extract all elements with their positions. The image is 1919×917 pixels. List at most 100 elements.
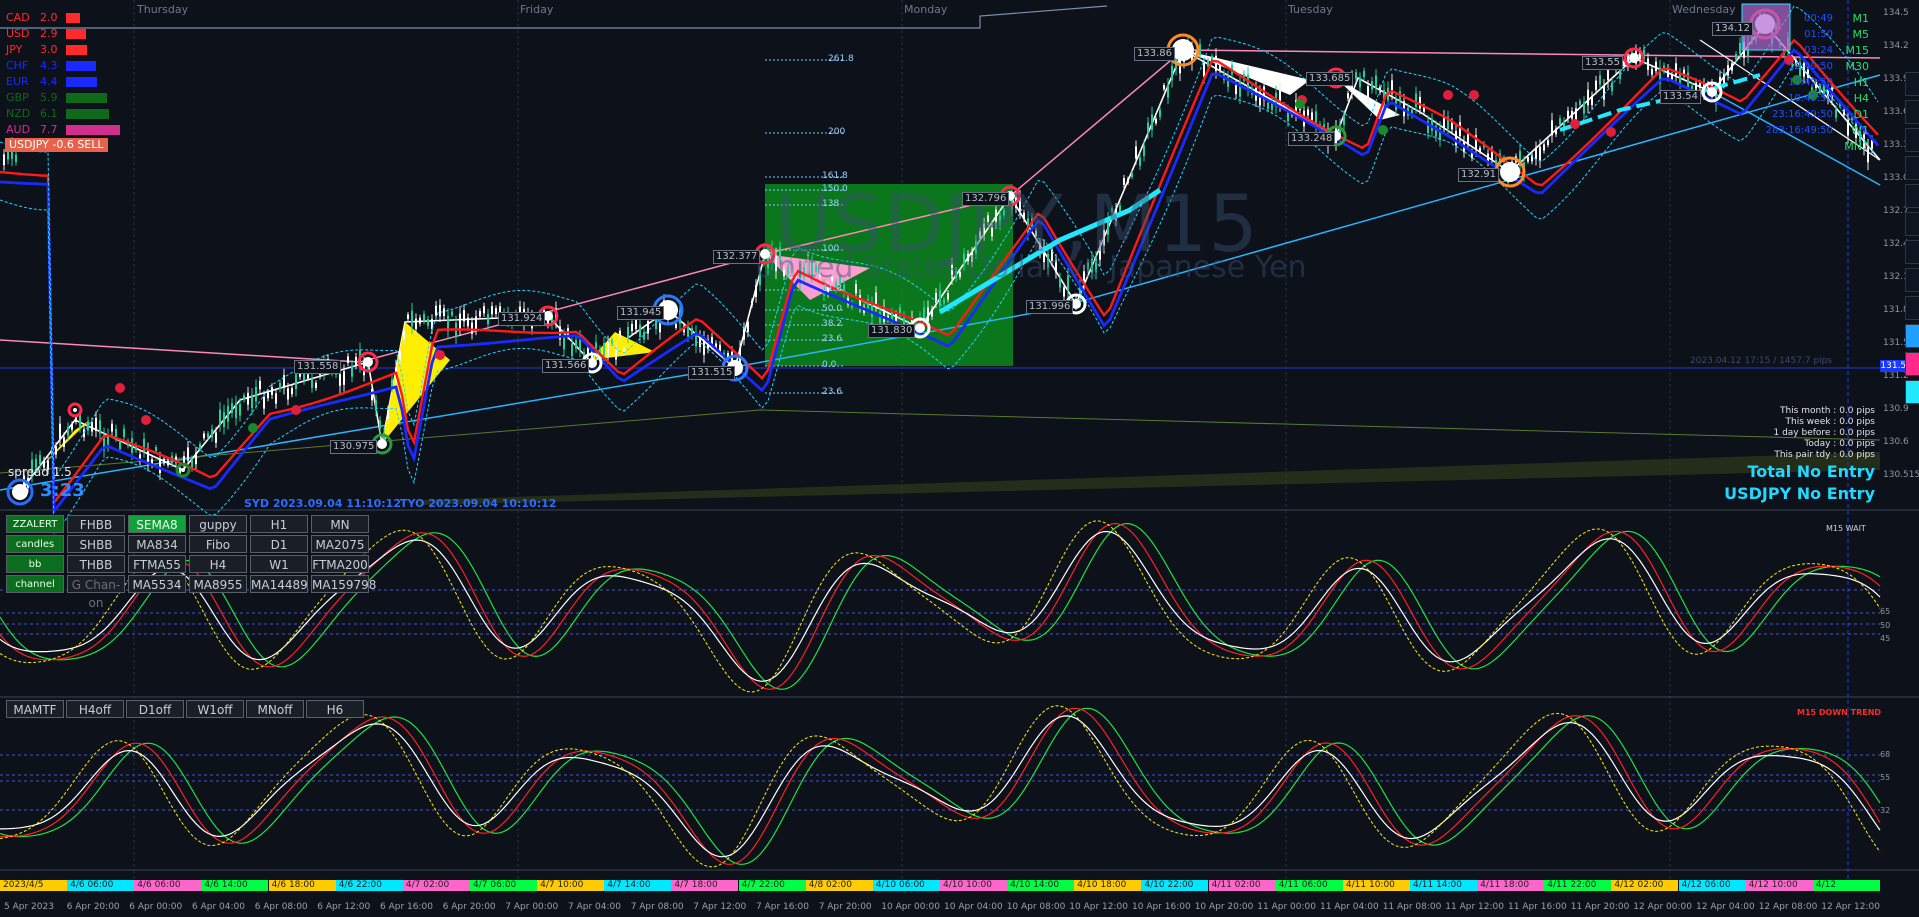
toggle-ma5534[interactable]: MA5534 [128, 575, 186, 593]
candle-body [1587, 89, 1589, 106]
osc2-level-label: 32 [1880, 806, 1891, 815]
toggle-sema8[interactable]: SEMA8 [128, 515, 186, 533]
camera-icon[interactable] [1905, 268, 1919, 292]
toggle-h4off[interactable]: H4off [66, 700, 124, 718]
strength-currency: JPY [6, 43, 23, 56]
candle-body [1675, 63, 1677, 76]
time-axis-tick: 4/8 02:00 [805, 880, 873, 891]
timeframe-d1[interactable]: D1 [1854, 108, 1869, 121]
toggle-mnoff[interactable]: MNoff [246, 700, 304, 718]
toggle-ma2075[interactable]: MA2075 [311, 535, 369, 553]
candle-body [427, 319, 429, 326]
eye-icon[interactable] [1905, 72, 1919, 96]
toggle-ftma200[interactable]: FTMA200 [311, 555, 369, 573]
toggle-w1off[interactable]: W1off [186, 700, 244, 718]
candle-body [575, 339, 577, 349]
magnet-icon[interactable] [1905, 240, 1919, 264]
time-axis-tick: 4/7 06:00 [470, 880, 538, 891]
strength-bar [66, 109, 109, 119]
strength-row-eur: EUR 4.4 [6, 75, 97, 88]
timeframe-m5[interactable]: M5 [1853, 28, 1870, 41]
time-axis-tick: 4/10 18:00 [1074, 880, 1142, 891]
candle-body [487, 314, 489, 325]
toggle-thbb[interactable]: THBB [67, 555, 125, 573]
toggle-d1[interactable]: D1 [250, 535, 308, 553]
candle-body [155, 447, 157, 452]
chart-canvas[interactable] [0, 0, 1919, 917]
toggle-fibo[interactable]: Fibo [189, 535, 247, 553]
timeframe-w1[interactable]: W1 [1851, 124, 1869, 137]
zoom-icon[interactable] [1905, 296, 1919, 320]
timeframe-h1[interactable]: H1 [1854, 76, 1869, 89]
color-cyan-icon[interactable] [1905, 380, 1919, 404]
toggle-d1off[interactable]: D1off [126, 700, 184, 718]
candle-body [295, 374, 297, 390]
crosshair-icon[interactable] [1905, 100, 1919, 124]
timeframe-mn1[interactable]: MN1 [1844, 140, 1869, 153]
color-blue-icon[interactable] [1905, 324, 1919, 348]
toggle-mn[interactable]: MN [311, 515, 369, 533]
toggle-candles[interactable]: candles [6, 535, 64, 553]
toggle-h6[interactable]: H6 [306, 700, 364, 718]
toggle-w1[interactable]: W1 [250, 555, 308, 573]
toggle-channel[interactable]: channel [6, 575, 64, 593]
candle-body [1847, 119, 1849, 136]
candle-body [1579, 100, 1581, 105]
toggle-ftma55[interactable]: FTMA55 [128, 555, 186, 573]
toggle-ma159798[interactable]: MA159798 [311, 575, 376, 593]
toggle-ma834[interactable]: MA834 [128, 535, 186, 553]
pencil-icon[interactable] [1905, 128, 1919, 152]
candle-body [1207, 60, 1209, 67]
candle-body [491, 306, 493, 315]
swing-marker-center [1707, 87, 1717, 97]
date-axis-label: 10 Apr 00:00 [881, 902, 940, 912]
candle-body [687, 326, 689, 337]
candle-body [1539, 146, 1541, 161]
toggle-mamtf[interactable]: MAMTF [6, 700, 64, 718]
timeframe-m30[interactable]: M30 [1846, 60, 1870, 73]
candle-body [87, 421, 89, 431]
toggle-ma14489[interactable]: MA14489 [250, 575, 308, 593]
color-pink-icon[interactable] [1905, 352, 1919, 376]
toggle-fhbb[interactable]: FHBB [67, 515, 125, 533]
candle-body [1651, 69, 1653, 75]
candle-body [1135, 146, 1137, 159]
timeframe-countdown: 23:16:49:50 [1771, 109, 1833, 120]
candle-body [1455, 130, 1457, 146]
candle-body [255, 386, 257, 402]
trash-icon[interactable] [1905, 212, 1919, 236]
date-axis-label: 11 Apr 12:00 [1445, 902, 1504, 912]
candle-body [1559, 118, 1561, 125]
toggle-ma8955[interactable]: MA8955 [189, 575, 247, 593]
time-axis-tick: 4/12 [1812, 880, 1880, 891]
candle-body [1571, 111, 1573, 119]
symbol-description-watermark: United States Dollar vs Japanese Yen [755, 250, 1307, 285]
tag-icon[interactable] [1905, 184, 1919, 208]
candle-body [1155, 118, 1157, 124]
timeframe-h4[interactable]: H4 [1854, 92, 1869, 105]
toggle-guppy[interactable]: guppy [189, 515, 247, 533]
candle-body [355, 356, 357, 366]
date-axis-label: 11 Apr 00:00 [1257, 902, 1316, 912]
grid-lines [0, 0, 1919, 917]
timeframe-m15[interactable]: M15 [1846, 44, 1870, 57]
candle-body [1655, 61, 1657, 72]
strength-bar [66, 45, 87, 55]
fibo-level-label: 100 [822, 244, 840, 254]
toggle-zzalert[interactable]: ZZALERT [6, 515, 64, 533]
candle-body [1343, 115, 1345, 126]
swing-price-label: 132.796 [962, 192, 1010, 206]
candle-body [1215, 55, 1217, 72]
ruler-icon[interactable] [1905, 156, 1919, 180]
strength-value: 4.4 [40, 75, 58, 88]
toggle-h1[interactable]: H1 [250, 515, 308, 533]
toggle-bb[interactable]: bb [6, 555, 64, 573]
timeframe-m1[interactable]: M1 [1853, 12, 1870, 25]
toggle-shbb[interactable]: SHBB [67, 535, 125, 553]
signal-badge: USDJPY -0.6 SELL [5, 138, 108, 152]
toggle-h4[interactable]: H4 [189, 555, 247, 573]
toggle-g-chan-on[interactable]: G Chan-on [67, 575, 125, 610]
candle-body [439, 304, 441, 317]
timeframe-countdown: 03:24 [1804, 45, 1833, 56]
strength-row-aud: AUD 7.7 [6, 124, 120, 136]
